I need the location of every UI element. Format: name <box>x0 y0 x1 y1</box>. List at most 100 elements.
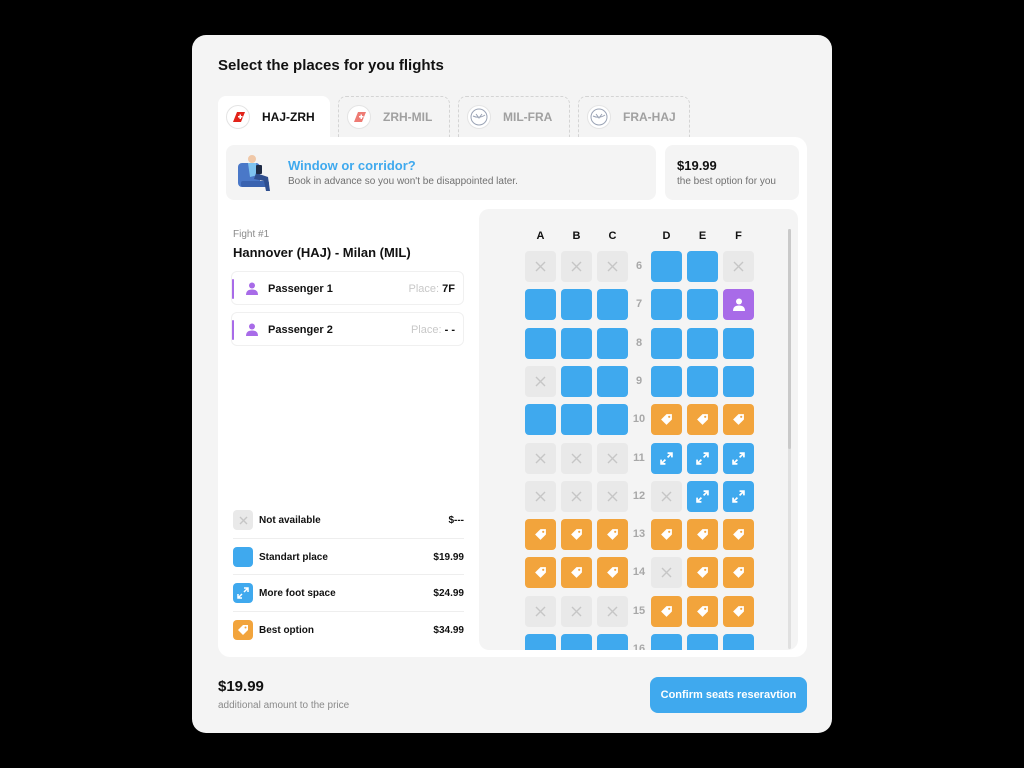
seat-14B[interactable] <box>561 557 592 589</box>
row-number: 8 <box>635 336 643 349</box>
seat-10F[interactable] <box>723 404 754 436</box>
seat-6E[interactable] <box>687 251 718 282</box>
tag-icon <box>732 413 745 426</box>
seat-16B[interactable] <box>561 634 592 650</box>
seat-13F[interactable] <box>723 519 754 551</box>
seat-9B[interactable] <box>561 365 592 397</box>
tab-haj-zrh[interactable]: HAJ-ZRH <box>218 96 330 138</box>
seat-14F[interactable] <box>723 557 754 589</box>
seat-14E[interactable] <box>687 557 718 589</box>
tab-label: ZRH-MIL <box>383 110 433 124</box>
legend-price: $34.99 <box>433 624 464 636</box>
tag-icon <box>660 605 673 618</box>
passenger-indicator <box>232 320 234 340</box>
seat-7D[interactable] <box>651 289 682 321</box>
seat-7A[interactable] <box>525 289 556 321</box>
tag-icon <box>696 605 709 618</box>
passenger-item-2[interactable]: Passenger 2 Place: - - <box>231 312 464 346</box>
seat-16A[interactable] <box>525 634 556 650</box>
legend-row-more-space: More foot space $24.99 <box>233 575 464 612</box>
banner-title: Window or corridor? <box>288 158 416 173</box>
seat-8A[interactable] <box>525 327 556 359</box>
passenger-seat-illustration <box>238 155 270 191</box>
not-available-icon <box>535 376 546 387</box>
seat-13C[interactable] <box>597 519 628 551</box>
tab-fra-haj[interactable]: FRA-HAJ <box>578 96 690 137</box>
tag-icon <box>696 566 709 579</box>
seat-9F[interactable] <box>723 365 754 397</box>
seat-11F[interactable] <box>723 442 754 474</box>
seat-16C[interactable] <box>597 634 628 650</box>
seat-16E[interactable] <box>687 634 718 650</box>
row-number: 10 <box>632 413 646 426</box>
seat-10B[interactable] <box>561 404 592 436</box>
seat-7C[interactable] <box>597 289 628 321</box>
seat-8C[interactable] <box>597 327 628 359</box>
seat-16D[interactable] <box>651 634 682 650</box>
main-panel: Window or corridor? Book in advance so y… <box>218 137 807 657</box>
not-available-icon <box>535 491 546 502</box>
row-number: 9 <box>635 374 643 387</box>
tag-icon <box>534 528 547 541</box>
tab-mil-fra[interactable]: MIL-FRA <box>458 96 570 137</box>
seat-15F[interactable] <box>723 595 754 627</box>
seat-7E[interactable] <box>687 289 718 321</box>
seat-9C[interactable] <box>597 365 628 397</box>
seat-14A[interactable] <box>525 557 556 589</box>
seat-10A[interactable] <box>525 404 556 436</box>
seat-13E[interactable] <box>687 519 718 551</box>
seat-13B[interactable] <box>561 519 592 551</box>
flight-number: Fight #1 <box>233 229 270 240</box>
seat-7B[interactable] <box>561 289 592 321</box>
seat-12E[interactable] <box>687 480 718 512</box>
tag-icon <box>696 528 709 541</box>
swiss-logo-icon <box>226 105 250 129</box>
passenger-item-1[interactable]: Passenger 1 Place: 7F <box>231 271 464 305</box>
seat-9E[interactable] <box>687 365 718 397</box>
seat-10C[interactable] <box>597 404 628 436</box>
seat-16F[interactable] <box>723 634 754 650</box>
seat-8E[interactable] <box>687 327 718 359</box>
seat-15E[interactable] <box>687 595 718 627</box>
legend-price: $24.99 <box>433 588 464 599</box>
seat-8F[interactable] <box>723 327 754 359</box>
seat-15A <box>525 595 556 627</box>
not-available-icon <box>571 491 582 502</box>
legend-row-standard: Standart place $19.99 <box>233 539 464 575</box>
seat-13D[interactable] <box>651 519 682 551</box>
expand-arrows-icon <box>696 451 709 465</box>
seat-10E[interactable] <box>687 404 718 436</box>
expand-arrows-icon <box>696 490 709 503</box>
seat-8D[interactable] <box>651 327 682 359</box>
not-available-icon <box>607 491 618 502</box>
seat-12F[interactable] <box>723 480 754 512</box>
passenger-place: Place: 7F <box>408 283 455 295</box>
seat-legend: Not available $--- Standart place $19.99… <box>233 502 464 648</box>
seat-9D[interactable] <box>651 365 682 397</box>
tag-icon <box>660 413 673 426</box>
passenger-name: Passenger 1 <box>268 283 333 295</box>
seat-14C[interactable] <box>597 557 628 589</box>
scrollbar-thumb[interactable] <box>788 229 791 449</box>
seat-map-scrollbar[interactable] <box>788 229 791 649</box>
tag-icon <box>606 566 619 579</box>
seat-6D[interactable] <box>651 251 682 282</box>
seat-11D[interactable] <box>651 442 682 474</box>
seat-7F[interactable] <box>723 289 754 321</box>
not-available-icon <box>535 606 546 617</box>
seat-10D[interactable] <box>651 404 682 436</box>
not-available-icon <box>233 510 253 530</box>
confirm-seats-button[interactable]: Confirm seats reseravtion <box>650 677 807 713</box>
seat-13A[interactable] <box>525 519 556 551</box>
seat-6C <box>597 251 628 282</box>
user-icon <box>732 298 745 312</box>
seat-15D[interactable] <box>651 595 682 627</box>
expand-arrows-icon <box>732 451 745 465</box>
seat-11E[interactable] <box>687 442 718 474</box>
seat-8B[interactable] <box>561 327 592 359</box>
best-price-box: $19.99 the best option for you <box>665 145 799 200</box>
seat-9A <box>525 365 556 397</box>
seat-15B <box>561 595 592 627</box>
tab-zrh-mil[interactable]: ZRH-MIL <box>338 96 450 137</box>
expand-arrows-icon <box>660 451 673 465</box>
